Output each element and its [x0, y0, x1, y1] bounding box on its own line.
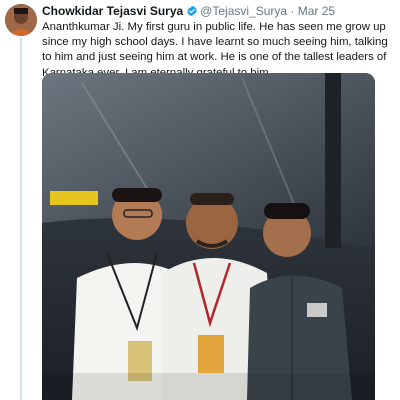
avatar[interactable] [5, 4, 37, 36]
author-name[interactable]: Chowkidar Tejasvi Surya [42, 4, 183, 18]
verified-badge-icon [187, 5, 197, 17]
tweet-photo[interactable] [42, 73, 375, 400]
tweet-date[interactable]: Mar 25 [298, 4, 335, 18]
tweet-header: Chowkidar Tejasvi Surya @Tejasvi_Surya · … [42, 4, 396, 19]
tweet-text: Ananthkumar Ji. My first guru in public … [42, 21, 388, 79]
header-separator: · [290, 4, 295, 18]
tweet: Chowkidar Tejasvi Surya @Tejasvi_Surya · … [42, 0, 396, 81]
tweet-photo-image [42, 73, 375, 400]
avatar-image [5, 4, 37, 36]
thread-connector-line [20, 38, 22, 400]
author-handle[interactable]: @Tejasvi_Surya [200, 4, 287, 18]
